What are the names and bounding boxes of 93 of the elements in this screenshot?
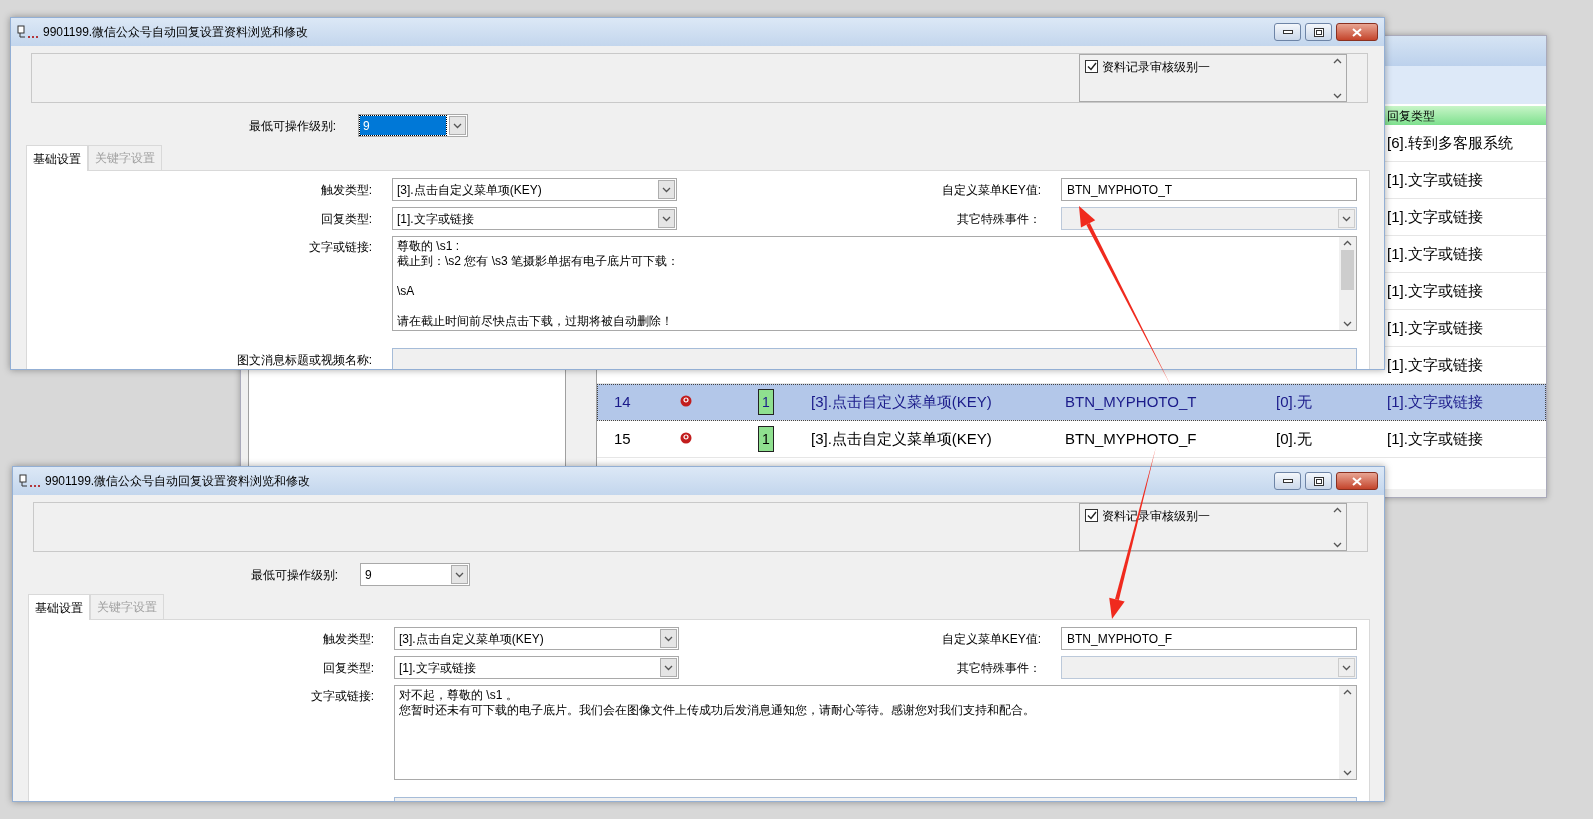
minimize-button[interactable] [1274, 23, 1301, 41]
app-icon [17, 25, 39, 39]
field-label: 文字或链接: [309, 688, 374, 705]
field-label: 其它特殊事件： [956, 210, 1041, 228]
field-label: 其它特殊事件： [956, 659, 1041, 677]
text-line: 对不起，尊敬的 \s1 。 [399, 688, 518, 702]
scroll-up-icon[interactable] [1343, 240, 1352, 246]
window-title: 9901199.微信公众号自动回复设置资料浏览和修改 [43, 24, 309, 41]
table-cell: 15 [614, 429, 631, 447]
close-button[interactable] [1336, 472, 1378, 490]
scroll-down-icon[interactable] [1333, 542, 1342, 548]
trigger-select[interactable]: [3].点击自定义菜单项(KEY) [394, 627, 679, 650]
text-line: 截止到：\s2 您有 \s3 笔摄影单据有电子底片可下载： [397, 254, 680, 268]
table-cell: [1].文字或链接 [1387, 281, 1483, 299]
app-icon [19, 474, 41, 488]
table-cell: BTN_MYPHOTO_F [1065, 429, 1197, 447]
checkbox-label: 资料记录审核级别一 [1102, 508, 1210, 525]
checkbox-label: 资料记录审核级别一 [1102, 59, 1210, 76]
scroll-thumb[interactable] [1341, 250, 1354, 290]
caret-icon [662, 215, 671, 222]
field-label: 自定义菜单KEY值: [940, 181, 1041, 199]
caret-icon [664, 664, 673, 671]
status-icon [680, 431, 692, 444]
table-cell: [1].文字或链接 [1387, 392, 1483, 410]
maximize-icon [1313, 27, 1324, 37]
field-label: 回复类型: [319, 210, 372, 228]
tab[interactable]: 基础设置 [26, 145, 88, 171]
text-line: 您暂时还未有可下载的电子底片。我们会在图像文件上传成功后发消息通知您，请耐心等待。感谢您对我们支持和配合。 [399, 703, 1035, 717]
caret-icon [664, 635, 673, 642]
table-cell: [3].点击自定义菜单项(KEY) [811, 392, 992, 410]
table-cell: [1].文字或链接 [1387, 244, 1483, 262]
table-cell: [1].文字或链接 [1387, 355, 1483, 373]
text-field[interactable]: BTN_MYPHOTO_F [1061, 627, 1357, 650]
table-cell: [0].无 [1276, 392, 1312, 410]
table-cell: [6].转到多客服系统 [1387, 133, 1513, 151]
reply-type-select[interactable]: [1].文字或链接 [392, 207, 677, 230]
field-label: 最低可操作级别: [247, 117, 337, 135]
table-cell: [0].无 [1276, 429, 1312, 447]
minimize-icon [1282, 30, 1293, 34]
table-cell: [1].文字或链接 [1387, 207, 1483, 225]
caret-icon [1342, 215, 1351, 222]
text-area[interactable]: 尊敬的 \s1 : 截止到：\s2 您有 \s3 笔摄影单据有电子底片可下载： \sA 请在截止时间前尽快点击下载，过期将被自动删除！ [392, 236, 1357, 331]
table-cell: [1].文字或链接 [1387, 429, 1483, 447]
reply-type-select[interactable]: [1].文字或链接 [394, 656, 679, 679]
text-line: 请在截止时间前尽快点击下载，过期将被自动删除！ [397, 314, 673, 328]
caret-icon [662, 186, 671, 193]
table-cell: BTN_MYPHOTO_T [1065, 392, 1197, 410]
table-row[interactable]: 14 1 [3].点击自定义菜单项(KEY) BTN_MYPHOTO_T [0].无 [1].文字或链接 [597, 384, 1546, 421]
checkbox[interactable] [1085, 60, 1098, 73]
checkbox[interactable] [1085, 509, 1098, 522]
field-label: 触发类型: [319, 181, 372, 199]
close-icon [1352, 27, 1362, 37]
table-cell: [1].文字或链接 [1387, 318, 1483, 336]
scroll-down-icon[interactable] [1343, 770, 1352, 776]
caret-icon [1342, 664, 1351, 671]
status-icon [680, 394, 692, 407]
maximize-icon [1313, 476, 1324, 486]
field-label: 回复类型: [321, 659, 374, 677]
field-label: 图文消息标题或视频名称: [235, 352, 372, 369]
trigger-select[interactable]: [3].点击自定义菜单项(KEY) [392, 178, 677, 201]
field-label: 触发类型: [321, 630, 374, 648]
tab[interactable]: 基础设置 [28, 594, 90, 620]
table-cell: [1].文字或链接 [1387, 170, 1483, 188]
scroll-up-icon[interactable] [1333, 507, 1342, 513]
scroll-up-icon[interactable] [1333, 58, 1342, 64]
text-line: \sA [397, 284, 415, 298]
minimize-button[interactable] [1274, 472, 1301, 490]
text-line: 尊敬的 \s1 : [397, 239, 459, 253]
maximize-button[interactable] [1305, 23, 1332, 41]
table-cell: 14 [614, 392, 631, 410]
caret-icon [453, 122, 462, 129]
field-label: 文字或链接: [307, 239, 372, 256]
text-field[interactable]: BTN_MYPHOTO_T [1061, 178, 1357, 201]
scroll-up-icon[interactable] [1343, 689, 1352, 695]
window-title: 9901199.微信公众号自动回复设置资料浏览和修改 [45, 473, 311, 490]
table-row[interactable]: 15 1 [3].点击自定义菜单项(KEY) BTN_MYPHOTO_F [0].无 [1].文字或链接 [597, 421, 1546, 458]
caret-icon [455, 571, 464, 578]
field-label: 自定义菜单KEY值: [940, 630, 1041, 648]
text-field[interactable] [392, 348, 1357, 369]
level-tag: 1 [758, 426, 774, 452]
scroll-down-icon[interactable] [1333, 93, 1342, 99]
maximize-button[interactable] [1305, 472, 1332, 490]
field-label: 最低可操作级别: [249, 566, 339, 584]
close-icon [1352, 476, 1362, 486]
text-area[interactable]: 对不起，尊敬的 \s1 。 您暂时还未有可下载的电子底片。我们会在图像文件上传成功后发消息通知您，请耐心等待。感谢您对我们支持和配合。 [394, 685, 1357, 780]
scroll-down-icon[interactable] [1343, 321, 1352, 327]
level-select[interactable]: 9 [360, 563, 470, 586]
minimize-icon [1282, 479, 1293, 483]
table-cell: [3].点击自定义菜单项(KEY) [811, 429, 992, 447]
close-button[interactable] [1336, 23, 1378, 41]
level-select[interactable]: 9 [358, 114, 468, 137]
level-tag: 1 [758, 389, 774, 415]
column-header[interactable]: 回复类型 [1382, 106, 1546, 125]
